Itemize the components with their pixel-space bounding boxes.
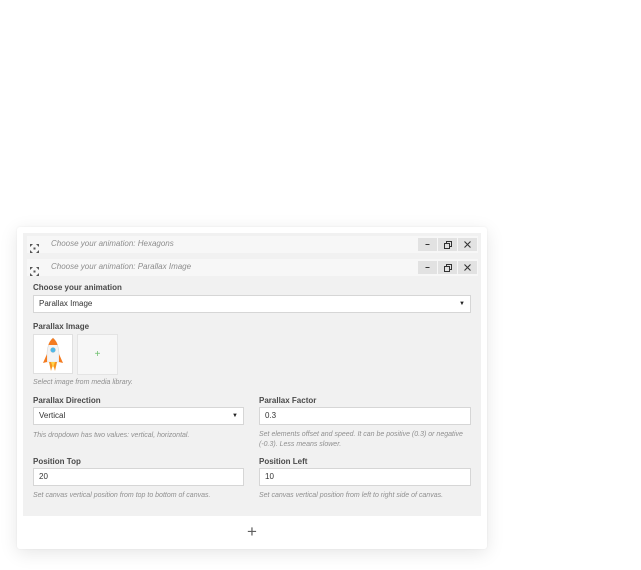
position-top-input[interactable]: 20 (33, 468, 244, 486)
animation-select-label: Choose your animation (33, 283, 122, 292)
parallax-factor-label: Parallax Factor (259, 396, 317, 405)
animation-select[interactable]: Parallax Image ▼ (33, 295, 471, 313)
parallax-direction-label: Parallax Direction (33, 396, 101, 405)
parallax-factor-help: Set elements offset and speed. It can be… (259, 431, 463, 448)
caret-down-icon: ▼ (232, 413, 238, 419)
duplicate-button[interactable] (438, 261, 457, 274)
move-icon[interactable] (30, 240, 39, 253)
parallax-factor-value: 0.3 (265, 411, 277, 420)
minimize-button[interactable] (418, 238, 437, 251)
add-animation-button[interactable]: + (23, 519, 481, 544)
position-top-help: Set canvas vertical position from top to… (33, 492, 211, 499)
position-left-label: Position Left (259, 457, 308, 466)
duplicate-button[interactable] (438, 238, 457, 251)
animation-panel: Choose your animation: Hexagons Choose y… (17, 227, 487, 549)
minimize-icon (425, 244, 430, 245)
parallax-direction-help: This dropdown has two values: vertical, … (33, 432, 190, 439)
add-image-icon: + (94, 349, 101, 360)
move-icon[interactable] (30, 263, 39, 276)
position-left-input[interactable]: 10 (259, 468, 471, 486)
close-button[interactable] (458, 261, 477, 274)
animation-select-value: Parallax Image (39, 299, 93, 308)
animation-block-hexagons[interactable]: Choose your animation: Hexagons (27, 236, 478, 253)
rocket-image (43, 337, 63, 371)
add-image-button[interactable]: + (77, 334, 118, 375)
parallax-image-thumbnail[interactable] (33, 334, 73, 374)
parallax-direction-select[interactable]: Vertical ▼ (33, 407, 244, 425)
parallax-image-label: Parallax Image (33, 322, 90, 331)
close-icon (464, 241, 471, 248)
plus-icon: + (247, 522, 257, 541)
caret-down-icon: ▼ (459, 301, 465, 307)
position-top-label: Position Top (33, 457, 81, 466)
minimize-icon (425, 267, 430, 268)
animation-blocks: Choose your animation: Hexagons Choose y… (23, 233, 481, 516)
close-button[interactable] (458, 238, 477, 251)
position-top-value: 20 (39, 472, 48, 481)
duplicate-icon (443, 263, 452, 272)
minimize-button[interactable] (418, 261, 437, 274)
parallax-direction-value: Vertical (39, 411, 66, 420)
block-title: Choose your animation: Parallax Image (51, 262, 192, 271)
duplicate-icon (443, 240, 452, 249)
animation-block-parallax-header[interactable]: Choose your animation: Parallax Image (27, 259, 478, 276)
parallax-image-help: Select image from media library. (33, 379, 133, 386)
block-title: Choose your animation: Hexagons (51, 239, 174, 248)
parallax-settings: Choose your animation Parallax Image ▼ P… (27, 276, 478, 512)
parallax-factor-input[interactable]: 0.3 (259, 407, 471, 425)
position-left-value: 10 (265, 472, 274, 481)
close-icon (464, 264, 471, 271)
position-left-help: Set canvas vertical position from left t… (259, 492, 444, 499)
